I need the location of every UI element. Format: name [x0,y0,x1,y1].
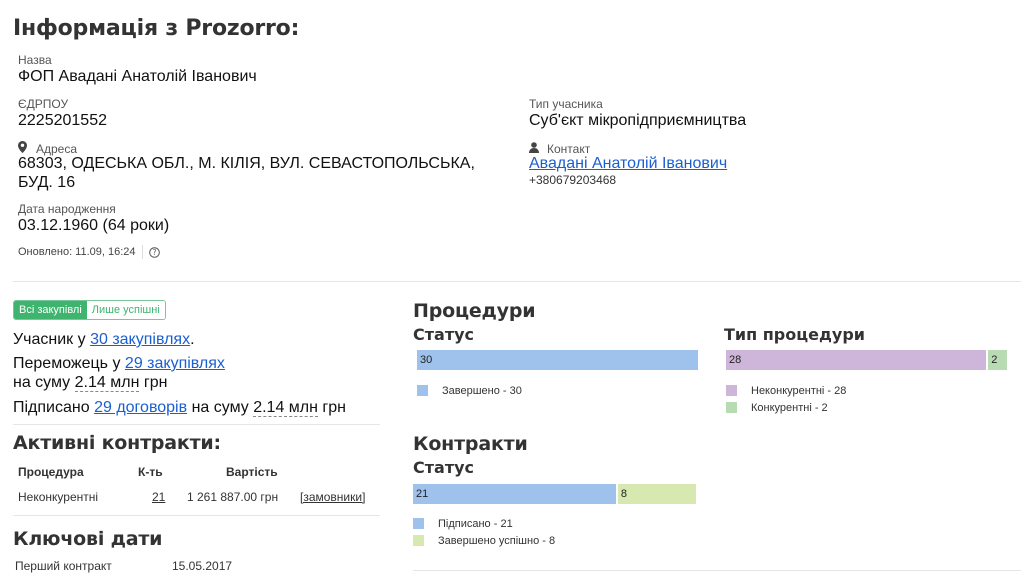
procedures-title: Процедури [413,300,536,322]
legend-label: Неконкурентні - 28 [751,384,847,397]
participant-prefix: Учасник у [13,331,86,348]
signed-sum-prefix: на суму [191,399,249,416]
filter-all-button[interactable]: Всі закупівлі [14,301,87,319]
col-count: К-ть [138,465,163,479]
signed-sum-value[interactable]: 2.14 млн [253,399,318,417]
procedure-type-chart: 28 2 [726,350,1007,370]
page-title: Інформація з Prozorro: [13,16,300,41]
winner-link[interactable]: 29 закупівлях [125,355,225,372]
col-value: Вартість [226,465,278,479]
participant-suffix: . [190,331,195,348]
active-contracts-title: Активні контракти: [13,432,221,454]
participant-type-label: Тип учасника [529,97,603,111]
winner-prefix: Переможець у [13,355,121,372]
address-line-1: 68303, ОДЕСЬКА ОБЛ., М. КІЛІЯ, ВУЛ. СЕВА… [18,155,475,172]
contact-name-link[interactable]: Авадані Анатолій Іванович [529,155,727,173]
bar-segment[interactable]: 2 [988,350,1007,370]
legend-swatch [413,535,424,546]
legend-label: Підписано - 21 [438,517,513,530]
legend-label: Конкурентні - 2 [751,401,828,414]
procurement-filter-toggle: Всі закупівлі Лише успішні [13,300,166,320]
procedure-type-title: Тип процедури [724,325,865,344]
legend-swatch [726,402,737,413]
legend-label: Завершено - 30 [442,384,522,397]
question-circle-icon[interactable]: ? [148,246,160,258]
contact-label: Контакт [547,142,591,156]
contracts-status-title: Статус [413,458,474,477]
contracts-status-chart: 21 8 [413,484,696,504]
contact-phone: +380679203468 [529,173,617,187]
procedure-type-legend: Неконкурентні - 28 Конкурентні - 2 [726,382,846,416]
participant-link[interactable]: 30 закупівлях [90,331,190,348]
section-divider [13,424,380,425]
contracts-status-legend: Підписано - 21 Завершено успішно - 8 [413,515,555,549]
procedures-status-title: Статус [413,325,474,344]
filter-success-button[interactable]: Лише успішні [86,301,165,319]
edrpou-value: 2225201552 [18,112,107,129]
signed-sum-suffix: грн [322,399,346,416]
legend-item: Завершено успішно - 8 [413,532,555,549]
signed-summary: Підписано 29 договорів на суму 2.14 млн … [13,399,346,417]
updated-row: Оновлено: 11.09, 16:24 ? [18,245,160,259]
winner-sum-suffix: грн [143,374,168,391]
contracts-title: Контракти [413,433,528,455]
divider [141,245,143,259]
legend-swatch [417,385,428,396]
svg-text:?: ? [152,248,156,257]
key-dates-title: Ключові дати [13,528,163,550]
row-customers-link[interactable]: [замовники] [300,490,365,504]
procedures-status-chart: 30 [417,350,698,370]
legend-item: Конкурентні - 2 [726,399,846,416]
winner-summary: Переможець у 29 закупівлях [13,355,225,373]
winner-sum-prefix: на суму [13,374,71,391]
bar-segment[interactable]: 8 [617,484,696,504]
birth-date-label: Дата народження [18,202,116,216]
birth-date-value: 03.12.1960 (64 роки) [18,217,170,234]
participant-summary: Учасник у 30 закупівлях. [13,331,195,349]
winner-sum: на суму 2.14 млн грн [13,374,167,392]
signed-prefix: Підписано [13,399,90,416]
section-divider [413,570,1021,571]
legend-item: Неконкурентні - 28 [726,382,846,399]
section-divider [13,281,1021,282]
name-value: ФОП Авадані Анатолій Іванович [18,68,257,85]
row-count-link[interactable]: 21 [152,490,165,504]
bar-segment[interactable]: 30 [417,350,698,370]
address-line-2: БУД. 16 [18,174,76,191]
updated-text: Оновлено: 11.09, 16:24 [18,246,136,258]
legend-item: Завершено - 30 [417,382,522,399]
bar-segment[interactable]: 21 [413,484,616,504]
first-contract-label: Перший контракт [15,559,112,573]
edrpou-label: ЄДРПОУ [18,97,69,111]
legend-swatch [413,518,424,529]
winner-sum-value[interactable]: 2.14 млн [74,374,140,392]
legend-label: Завершено успішно - 8 [438,534,556,547]
name-label: Назва [18,53,52,67]
first-contract-value: 15.05.2017 [172,559,233,573]
participant-type-value: Суб'єкт мікропідприємництва [529,112,747,129]
procedures-status-legend: Завершено - 30 [417,382,522,399]
row-value: 1 261 887.00 грн [187,490,279,504]
legend-swatch [726,385,737,396]
col-procedure: Процедура [18,465,84,479]
legend-item: Підписано - 21 [413,515,555,532]
section-divider [13,515,380,516]
bar-segment[interactable]: 28 [726,350,987,370]
row-procedure: Неконкурентні [18,490,99,504]
address-label: Адреса [36,142,78,156]
signed-link[interactable]: 29 договорів [94,399,187,416]
